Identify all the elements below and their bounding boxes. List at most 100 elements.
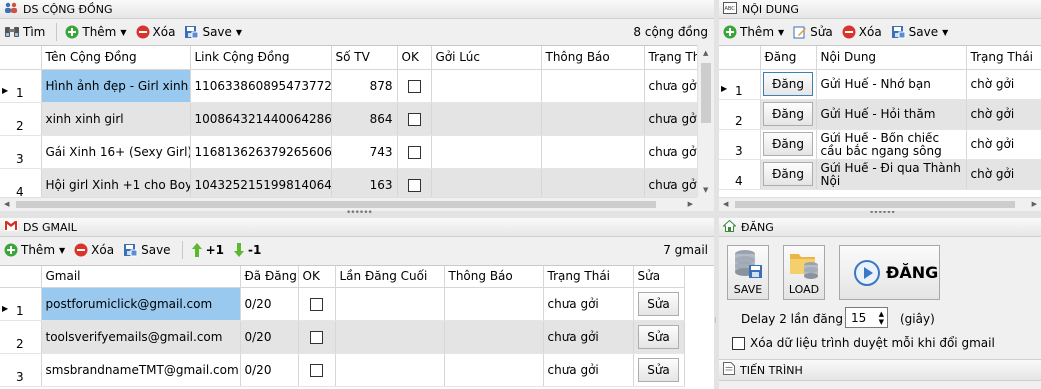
ok-checkbox-cell[interactable]: [298, 353, 336, 387]
column-header[interactable]: Gởi Lúc: [431, 46, 542, 70]
posted-count-cell[interactable]: 0/20: [240, 353, 299, 387]
content-delete-button[interactable]: Xóa: [842, 25, 882, 39]
spinner-up-icon[interactable]: ▲: [879, 310, 884, 318]
notice-cell[interactable]: [541, 102, 645, 136]
table-row[interactable]: 2 Đăng Gửi Huế - Hỏi thăm chờ gởi: [719, 99, 1041, 130]
content-text-cell[interactable]: Gửi Huế - Bốn chiếc cầu bắc ngang sông H…: [816, 129, 967, 160]
column-header[interactable]: Trạng Thái: [966, 46, 1041, 70]
status-cell[interactable]: chưa gởi: [644, 168, 697, 197]
ok-checkbox-cell[interactable]: [298, 320, 336, 354]
community-link-cell[interactable]: 116813626379265606327: [190, 135, 332, 169]
scroll-right-icon[interactable]: ▶: [1032, 200, 1037, 208]
status-cell[interactable]: chưa gởi: [543, 320, 634, 354]
ok-checkbox-cell[interactable]: [397, 69, 432, 103]
row-header[interactable]: ▶ 1: [0, 287, 42, 321]
ok-checkbox-cell[interactable]: [397, 135, 432, 169]
gmail-address-cell[interactable]: smsbrandnameTMT@gmail.com: [41, 353, 241, 387]
gmail-address-cell[interactable]: postforumiclick@gmail.com: [41, 287, 241, 321]
scrollbar-thumb[interactable]: [701, 63, 711, 123]
row-header[interactable]: 3: [0, 353, 42, 387]
status-cell[interactable]: chưa gởi: [644, 135, 697, 169]
gmail-decrement-button[interactable]: -1: [233, 243, 261, 257]
right-horizontal-splitter[interactable]: ••••••: [719, 208, 1041, 218]
community-vertical-scrollbar[interactable]: ▲ ▼: [697, 45, 714, 197]
status-cell[interactable]: chờ gởi: [966, 69, 1041, 100]
sent-at-cell[interactable]: [431, 69, 542, 103]
column-header[interactable]: Gmail: [41, 266, 241, 288]
post-row-button[interactable]: Đăng: [763, 162, 813, 186]
column-header[interactable]: Tên Cộng Đồng: [41, 46, 191, 70]
last-post-cell[interactable]: [335, 287, 445, 321]
community-save-button[interactable]: Save ▼: [184, 25, 242, 39]
column-header[interactable]: Trạng Thái: [644, 46, 697, 70]
table-row[interactable]: 3 Đăng Gửi Huế - Bốn chiếc cầu bắc ngang…: [719, 129, 1041, 160]
ok-checkbox[interactable]: [407, 79, 421, 93]
content-edit-button[interactable]: Sửa: [793, 25, 833, 39]
community-name-cell[interactable]: Hình ảnh đẹp - Girl xinh ...: [41, 69, 191, 103]
column-header[interactable]: Link Cộng Đồng: [190, 46, 332, 70]
community-name-cell[interactable]: Gái Xinh 16+ (Sexy Girl): [41, 135, 191, 169]
post-row-button[interactable]: Đăng: [763, 102, 813, 126]
scrollbar-thumb[interactable]: [735, 201, 1015, 208]
status-cell[interactable]: chờ gởi: [966, 99, 1041, 130]
row-header[interactable]: ▶ 1: [0, 69, 42, 103]
ok-checkbox[interactable]: [310, 363, 323, 377]
column-header[interactable]: Đã Đăng: [240, 266, 299, 288]
gmail-add-button[interactable]: Thêm ▼: [4, 243, 65, 257]
content-text-cell[interactable]: Gửi Huế - Đi qua Thành Nội: [816, 159, 967, 190]
community-members-cell[interactable]: 878: [331, 69, 398, 103]
scroll-down-icon[interactable]: ▼: [703, 186, 708, 194]
posted-count-cell[interactable]: 0/20: [240, 287, 299, 321]
ok-checkbox[interactable]: [407, 178, 421, 192]
column-header[interactable]: Thông Báo: [541, 46, 645, 70]
row-header[interactable]: 4: [0, 168, 42, 197]
table-row[interactable]: 2 xinh xinh girl 100864321440064286788 8…: [0, 102, 697, 136]
community-delete-button[interactable]: Xóa: [136, 25, 175, 39]
content-text-cell[interactable]: Gửi Huế - Nhớ bạn: [816, 69, 967, 100]
community-members-cell[interactable]: 864: [331, 102, 398, 136]
gmail-increment-button[interactable]: +1: [191, 243, 224, 257]
scroll-up-icon[interactable]: ▲: [703, 49, 708, 57]
status-cell[interactable]: chờ gởi: [966, 129, 1041, 160]
gmail-address-cell[interactable]: toolsverifyemails@gmail.com: [41, 320, 241, 354]
spinner-down-icon[interactable]: ▼: [879, 318, 884, 326]
status-cell[interactable]: chưa gởi: [644, 69, 697, 103]
post-row-button[interactable]: Đăng: [763, 72, 813, 96]
content-horizontal-scrollbar[interactable]: ◀ ▶: [719, 197, 1041, 211]
load-config-button[interactable]: LOAD: [783, 245, 825, 300]
column-header[interactable]: Thông Báo: [444, 266, 544, 288]
table-row[interactable]: ▶ 1 Hình ảnh đẹp - Girl xinh ... 11063386…: [0, 69, 697, 103]
save-config-button[interactable]: SAVE: [727, 245, 769, 300]
row-header[interactable]: ▶ 1: [719, 69, 761, 100]
ok-checkbox-cell[interactable]: [397, 102, 432, 136]
table-row[interactable]: 4 Đăng Gửi Huế - Đi qua Thành Nội chờ gở…: [719, 159, 1041, 190]
table-row[interactable]: 3 Gái Xinh 16+ (Sexy Girl) 1168136263792…: [0, 135, 697, 169]
sent-at-cell[interactable]: [431, 102, 542, 136]
row-header[interactable]: 2: [0, 320, 42, 354]
notice-cell[interactable]: [444, 353, 544, 387]
status-cell[interactable]: chưa gởi: [644, 102, 697, 136]
table-row[interactable]: ▶ 1 postforumiclick@gmail.com 0/20 chưa g…: [0, 287, 685, 321]
sent-at-cell[interactable]: [431, 135, 542, 169]
column-header[interactable]: Đăng: [760, 46, 817, 70]
status-cell[interactable]: chưa gởi: [543, 287, 634, 321]
ok-checkbox-cell[interactable]: [397, 168, 432, 197]
post-row-button[interactable]: Đăng: [763, 132, 813, 156]
status-cell[interactable]: chờ gởi: [966, 159, 1041, 190]
ok-checkbox[interactable]: [407, 112, 421, 126]
table-row[interactable]: 2 toolsverifyemails@gmail.com 0/20 chưa …: [0, 320, 685, 354]
edit-row-button[interactable]: Sửa: [638, 324, 679, 349]
scroll-left-icon[interactable]: ◀: [723, 200, 728, 208]
row-header[interactable]: 2: [719, 99, 761, 130]
column-header[interactable]: Trạng Thái: [543, 266, 634, 288]
scrollbar-thumb[interactable]: [16, 201, 656, 208]
community-add-button[interactable]: Thêm ▼: [65, 25, 127, 39]
table-row[interactable]: ▶ 1 Đăng Gửi Huế - Nhớ bạn chờ gởi: [719, 69, 1041, 100]
gmail-save-button[interactable]: Save: [123, 243, 171, 257]
content-text-cell[interactable]: Gửi Huế - Hỏi thăm: [816, 99, 967, 130]
edit-row-button[interactable]: Sửa: [638, 291, 679, 316]
community-link-cell[interactable]: 100864321440064286788: [190, 102, 332, 136]
last-post-cell[interactable]: [335, 353, 445, 387]
gmail-delete-button[interactable]: Xóa: [74, 243, 114, 257]
notice-cell[interactable]: [541, 135, 645, 169]
